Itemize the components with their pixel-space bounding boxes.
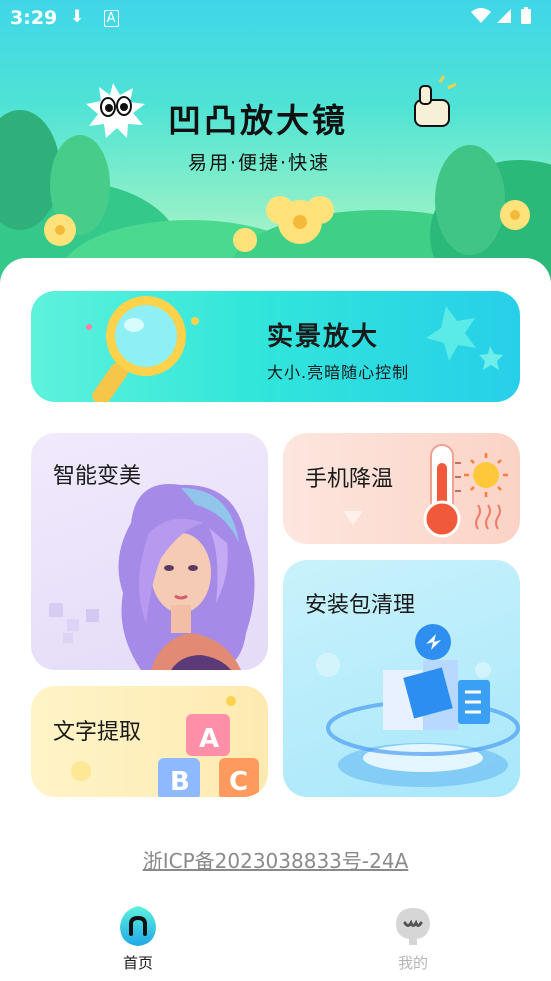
beauty-title: 智能变美: [53, 464, 142, 489]
ocr-title: 文字提取: [53, 720, 142, 745]
beauty-card[interactable]: 智能变美: [31, 433, 268, 670]
magnify-card[interactable]: 实景放大 大小.亮暗随心控制: [31, 291, 520, 402]
download-icon: ⬇: [70, 7, 85, 27]
profile-icon: [396, 908, 430, 945]
svg-text:C: C: [229, 767, 248, 797]
cooling-card[interactable]: 手机降温: [283, 433, 520, 544]
cleanup-title: 安装包清理: [305, 593, 416, 618]
app-subtitle: 易用·便捷·快速: [188, 152, 331, 174]
app-title: 凹凸放大镜: [168, 101, 348, 140]
signal-icon: [497, 9, 511, 23]
magnify-subtitle: 大小.亮暗随心控制: [267, 363, 410, 382]
status-system-icons: [469, 7, 539, 29]
cooling-title: 手机降温: [305, 467, 394, 492]
battery-icon: [521, 7, 531, 24]
icp-license-link[interactable]: 浙ICP备2023038833号-24A: [0, 845, 551, 874]
magnify-title: 实景放大: [267, 322, 380, 352]
magnifier-icon: [86, 296, 199, 402]
tab-home[interactable]: 首页: [78, 896, 198, 976]
svg-text:B: B: [170, 767, 190, 797]
ocr-card[interactable]: A B C 文字提取: [31, 686, 268, 797]
status-bar: 3:29 ⬇ A: [0, 0, 551, 36]
tab-mine-label: 我的: [397, 954, 428, 972]
cleanup-card[interactable]: 安装包清理: [283, 560, 520, 797]
svg-text:A: A: [199, 724, 219, 754]
home-icon: [120, 906, 156, 946]
sun-icon: [464, 453, 508, 530]
bottom-tabbar: 首页 我的: [0, 896, 551, 981]
status-time: 3:29: [10, 7, 58, 29]
thumbs-up-icon: [414, 75, 457, 127]
text-a-icon: A: [103, 10, 119, 27]
tab-home-label: 首页: [122, 954, 153, 972]
tab-mine[interactable]: 我的: [353, 896, 473, 976]
thermometer-icon: [423, 444, 461, 538]
status-notification-icons: ⬇ A: [70, 7, 119, 27]
hero-banner: 3:29 ⬇ A 凹凸放大镜 易用·便捷·快速: [0, 0, 551, 300]
wifi-icon: [471, 8, 491, 23]
eye-mascot-icon: [86, 83, 145, 138]
